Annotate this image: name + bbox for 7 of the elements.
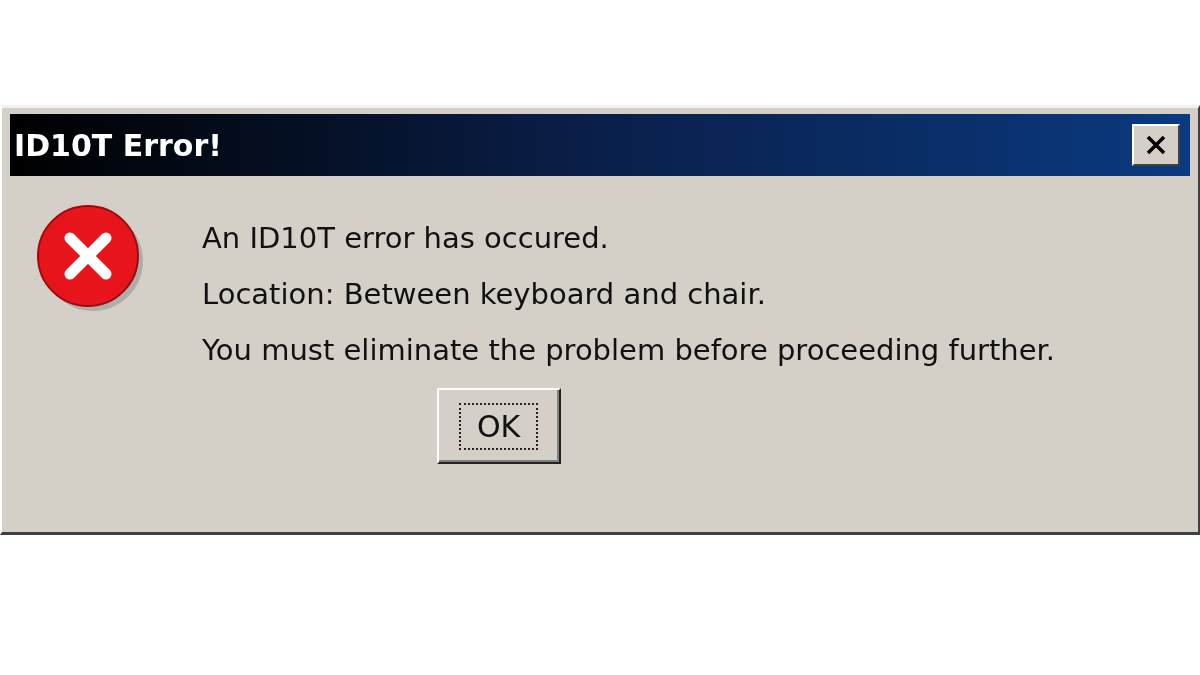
message-text: An ID10T error has occured. bbox=[202, 220, 610, 256]
ok-button[interactable]: OK bbox=[436, 388, 561, 464]
window-title: ID10T Error! bbox=[14, 127, 222, 163]
message-text: Location: Between keyboard and chair. bbox=[202, 276, 767, 312]
message-text: You must eliminate the problem before proceeding further. bbox=[202, 332, 1056, 368]
close-button[interactable] bbox=[1132, 124, 1180, 166]
error-icon bbox=[36, 204, 146, 314]
